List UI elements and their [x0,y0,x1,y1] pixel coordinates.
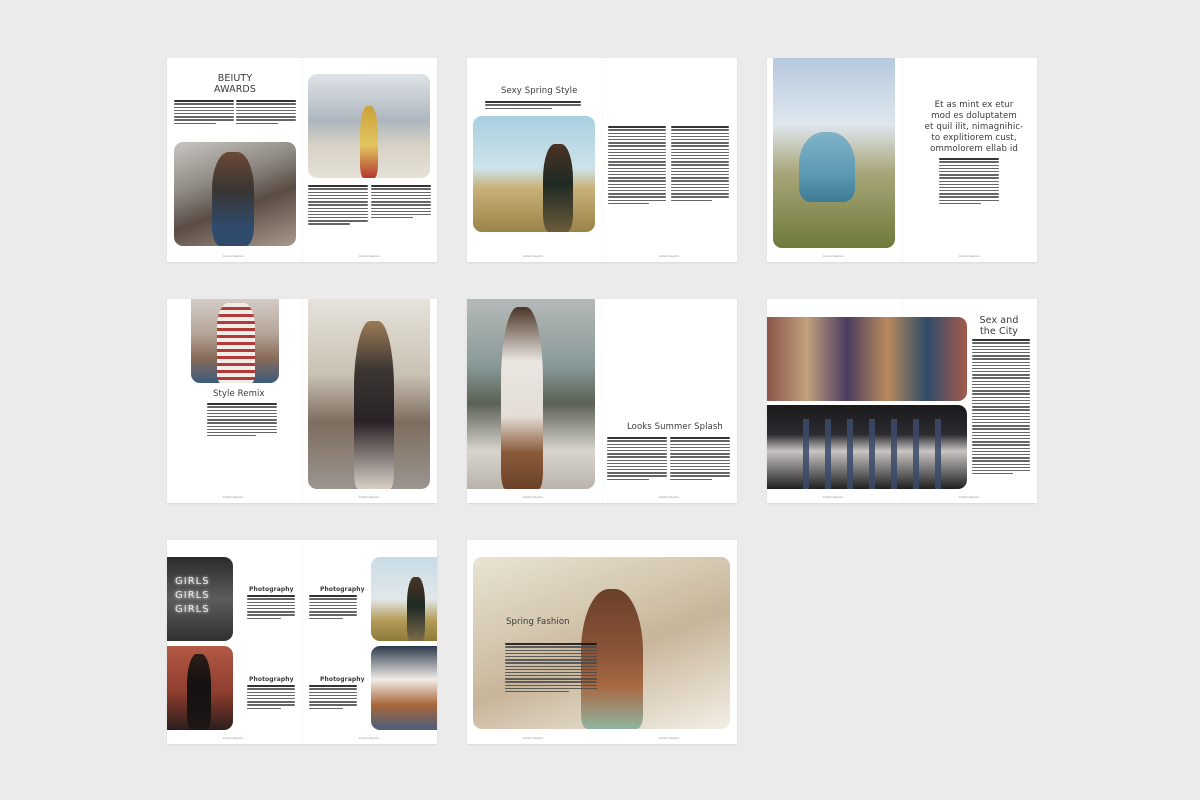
folio-left: · Fashion Magazine [823,492,844,499]
photo-woman-stairs [174,142,296,246]
folio-right: · Fashion Magazine [659,492,680,499]
body-text [371,185,431,220]
section-heading: Photography [320,676,365,683]
folio-right: · Fashion Magazine [359,733,380,740]
folio-left: · Fashion Magazine [823,251,844,258]
spine [302,299,303,503]
body-text [671,126,729,203]
section-heading: Photography [249,676,294,683]
quote-line: mod es doluptatem [931,111,1017,121]
photo-runway-models [767,405,967,489]
folio-left: · Fashion Magazine [523,251,544,258]
folio-left: · Fashion Magazine [223,733,244,740]
title-line: AWARDS [214,84,256,95]
neon-line: GIRLS [175,576,210,587]
section-heading: Photography [320,586,365,593]
spread-title: Looks Summer Splash [627,422,723,432]
photo-woman-yellow-coat [308,74,430,178]
spine [302,58,303,262]
spine [602,58,603,262]
body-text [207,403,277,438]
body-text [308,185,368,227]
spread-title: BEIUTY AWARDS [205,73,265,95]
spread-spring-fashion[interactable]: Spring Fashion · Fashion Magazine · Fashio… [467,540,737,744]
folio-right: · Fashion Magazine [359,251,380,258]
title-line: BEIUTY [217,73,253,84]
photo-striped-top [191,299,279,383]
body-text [247,595,295,621]
photo-woman-bag [371,646,437,730]
body-text [939,158,999,206]
photo-neon-sign: GIRLS GIRLS GIRLS [167,557,233,641]
quote-line: ommolorem ellab id [930,144,1018,154]
folio-right: · Fashion Magazine [659,251,680,258]
spread-sexy-spring-style[interactable]: Sexy Spring Style · Fashion Magazine · Fas… [467,58,737,262]
spread-sex-and-the-city[interactable]: Sex and the City · Fashion Magazine · Fash… [767,299,1037,503]
pull-quote: Et as mint ex etur mod es doluptatem et … [917,100,1031,155]
title-line: the City [979,326,1019,337]
title-line: Sex and [979,315,1019,326]
quote-line: to explitiorem cust, [931,133,1017,143]
folio-left: · Fashion Magazine [523,733,544,740]
quote-line: Et as mint ex etur [934,100,1014,110]
spine [302,540,303,744]
photo-figure-meadow [773,58,895,248]
spread-style-remix[interactable]: Style Remix · Fashion Magazine · Fashion M… [167,299,437,503]
quote-line: et quil ilit, nimagnihic- [924,122,1024,132]
spread-beauty-awards[interactable]: BEIUTY AWARDS · Fashion Magazine · Fashion… [167,58,437,262]
neon-line: GIRLS [175,604,210,615]
body-text [670,437,730,482]
body-text [309,595,357,621]
folio-right: · Fashion Magazine [959,251,980,258]
section-heading: Photography [249,586,294,593]
folio-right: · Fashion Magazine [959,492,980,499]
neon-sign-text: GIRLS GIRLS GIRLS [175,575,210,617]
spread-quote[interactable]: Et as mint ex etur mod es doluptatem et … [767,58,1037,262]
spine [602,299,603,503]
folio-left: · Fashion Magazine [223,251,244,258]
spread-looks-summer-splash[interactable]: Looks Summer Splash · Fashion Magazine · F… [467,299,737,503]
body-text [972,339,1030,476]
spine [902,58,903,262]
spread-photography[interactable]: GIRLS GIRLS GIRLS Photography Photograph… [167,540,437,744]
body-text [174,100,234,126]
folio-left: · Fashion Magazine [223,492,244,499]
spread-title: Style Remix [213,389,265,399]
body-text [505,643,597,694]
photo-woman-field [473,116,595,232]
folio-left: · Fashion Magazine [523,492,544,499]
body-text [309,685,357,711]
folio-right: · Fashion Magazine [659,733,680,740]
folio-right: · Fashion Magazine [359,492,380,499]
body-text [607,437,667,482]
spread-title: Sexy Spring Style [501,86,578,96]
photo-woman-red-wall [167,646,233,730]
photo-woman-beach [467,299,595,489]
photo-woman-street [308,299,430,489]
neon-line: GIRLS [175,590,210,601]
spread-title: Sex and the City [974,315,1024,337]
dek-text [485,101,581,111]
photo-runway-colorful [767,317,967,401]
spread-title: Spring Fashion [506,617,570,627]
body-text [247,685,295,711]
body-text [236,100,296,126]
photo-woman-field-small [371,557,437,641]
body-text [608,126,666,206]
